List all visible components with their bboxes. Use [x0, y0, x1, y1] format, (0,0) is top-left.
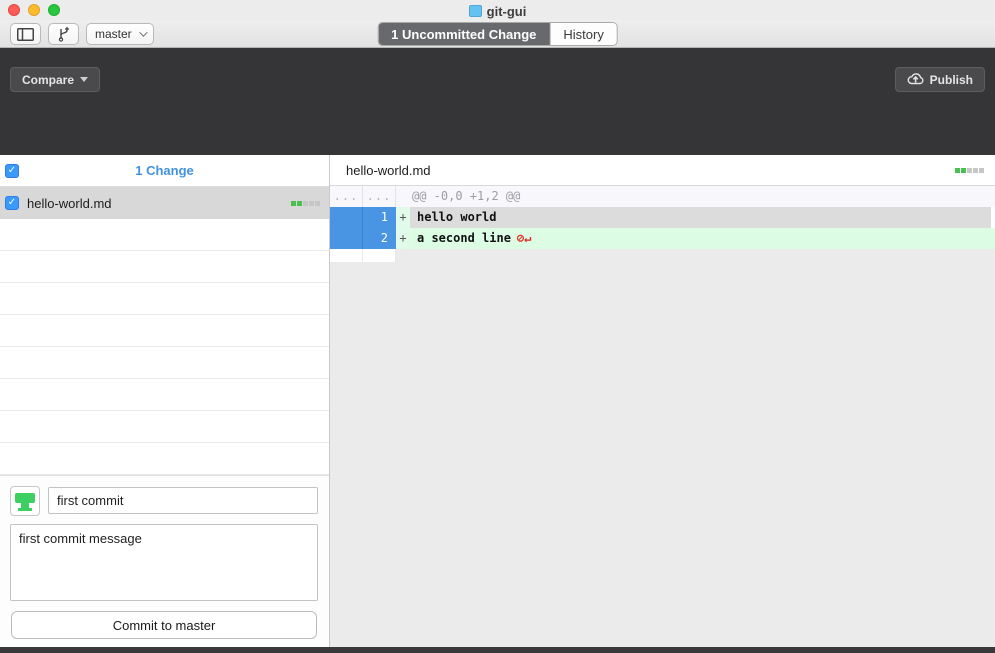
toggle-sidebar-button[interactable] — [10, 23, 41, 45]
window-title-area: git-gui — [0, 2, 995, 20]
hunk-header-text: @@ -0,0 +1,2 @@ — [396, 186, 520, 207]
compare-button-label: Compare — [22, 73, 74, 87]
changes-count-label: 1 Change — [0, 163, 329, 178]
app-icon — [469, 5, 482, 17]
sidebar-panel-icon — [17, 28, 34, 41]
empty-list-row — [0, 443, 329, 475]
main-area: 1 Change ✓ ✓ hello-world.md — [0, 155, 995, 647]
diff-line-text: hello world — [410, 207, 991, 228]
diff-line-text-value: a second line — [417, 231, 511, 245]
diff-file-name: hello-world.md — [346, 163, 955, 178]
empty-list-row — [0, 283, 329, 315]
file-checkbox[interactable]: ✓ — [5, 196, 19, 210]
app-window: git-gui master 1 Uncommitted Change Hist… — [0, 0, 995, 653]
new-line-number: 2 — [363, 228, 396, 249]
commit-button[interactable]: Commit to master — [11, 611, 317, 639]
hunk-old-gutter: ... — [330, 186, 363, 207]
history-graph-bar: Compare Publish master — [0, 48, 995, 155]
no-newline-icon: ⊘↵ — [517, 231, 531, 245]
diff-body: ... ... @@ -0,0 +1,2 @@ 1 + hello world … — [330, 186, 995, 262]
diff-header: hello-world.md — [330, 155, 995, 186]
diff-sign: + — [396, 228, 410, 249]
publish-button-label: Publish — [930, 73, 973, 87]
changes-sidebar: 1 Change ✓ ✓ hello-world.md — [0, 155, 330, 647]
diff-stat-blocks — [955, 168, 984, 173]
cloud-upload-icon — [907, 72, 924, 88]
tab-uncommitted-changes[interactable]: 1 Uncommitted Change — [378, 23, 550, 45]
diff-empty-area — [330, 262, 995, 647]
diff-line-2[interactable]: 2 + a second line ⊘↵ — [330, 228, 995, 249]
diff-line-text: a second line ⊘↵ — [410, 228, 995, 249]
window-title: git-gui — [487, 4, 527, 19]
caret-down-icon — [80, 77, 88, 82]
diff-sign: + — [396, 207, 410, 228]
publish-button[interactable]: Publish — [895, 67, 985, 92]
commit-summary-input[interactable] — [48, 487, 318, 514]
changes-header: 1 Change ✓ — [0, 155, 329, 187]
empty-list-row — [0, 347, 329, 379]
old-line-number — [330, 207, 363, 228]
branch-plus-icon — [56, 26, 72, 42]
hunk-header-row: ... ... @@ -0,0 +1,2 @@ — [330, 186, 995, 207]
diff-gutter-tail — [330, 249, 995, 262]
new-line-number: 1 — [363, 207, 396, 228]
chevron-down-icon — [139, 28, 147, 36]
empty-list-row — [0, 315, 329, 347]
commit-description-input[interactable]: first commit message — [10, 524, 318, 601]
view-tabs: 1 Uncommitted Change History — [377, 22, 618, 46]
avatar — [10, 486, 40, 516]
compare-button[interactable]: Compare — [10, 67, 100, 92]
hunk-new-gutter: ... — [363, 186, 396, 207]
empty-list-row — [0, 251, 329, 283]
create-branch-button[interactable] — [48, 23, 79, 45]
old-line-number — [330, 228, 363, 249]
empty-list-row — [0, 379, 329, 411]
file-row-hello-world[interactable]: ✓ hello-world.md — [0, 187, 329, 219]
file-name-label: hello-world.md — [27, 196, 283, 211]
empty-list-row — [0, 411, 329, 443]
commit-form: first commit message Commit to master — [0, 475, 329, 647]
tab-history[interactable]: History — [550, 23, 616, 45]
diff-stat-blocks — [291, 201, 320, 206]
diff-panel: hello-world.md ... ... @@ -0,0 +1,2 @@ 1… — [330, 155, 995, 647]
titlebar: git-gui — [0, 0, 995, 20]
diff-line-1[interactable]: 1 + hello world — [330, 207, 995, 228]
empty-list-row — [0, 219, 329, 251]
branch-selector-value: master — [95, 27, 132, 41]
toolbar: master 1 Uncommitted Change History — [0, 20, 995, 48]
window-bottom-edge — [0, 647, 995, 653]
branch-selector[interactable]: master — [86, 23, 154, 45]
